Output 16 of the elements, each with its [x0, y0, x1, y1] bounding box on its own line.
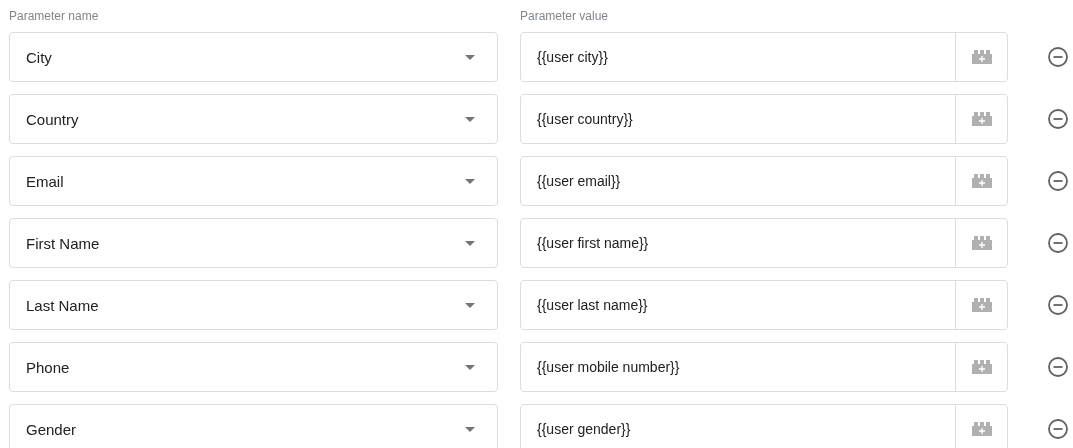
parameter-name-dropdown[interactable]: Gender: [9, 404, 498, 448]
parameter-value-field[interactable]: {{user mobile number}}: [520, 342, 1008, 392]
column-header: Parameter name: [9, 9, 99, 23]
column-header: Parameter value: [520, 9, 609, 23]
parameter-value-field[interactable]: {{user first name}}: [520, 218, 1008, 268]
parameter-value-field[interactable]: {{user gender}}: [520, 404, 1008, 448]
parameter-value-field[interactable]: {{user email}}: [520, 156, 1008, 206]
parameter-name-dropdown[interactable]: City: [9, 32, 498, 82]
parameter-name-dropdown[interactable]: First Name: [9, 218, 498, 268]
parameter-value-field[interactable]: {{user city}}: [520, 32, 1008, 82]
parameter-value-field[interactable]: {{user country}}: [520, 94, 1008, 144]
parameter-name-dropdown[interactable]: Country: [9, 94, 498, 144]
parameter-value-field[interactable]: {{user last name}}: [520, 280, 1008, 330]
parameter-name-dropdown[interactable]: Last Name: [9, 280, 498, 330]
parameter-name-dropdown[interactable]: Phone: [9, 342, 498, 392]
parameter-name-dropdown[interactable]: Email: [9, 156, 498, 206]
